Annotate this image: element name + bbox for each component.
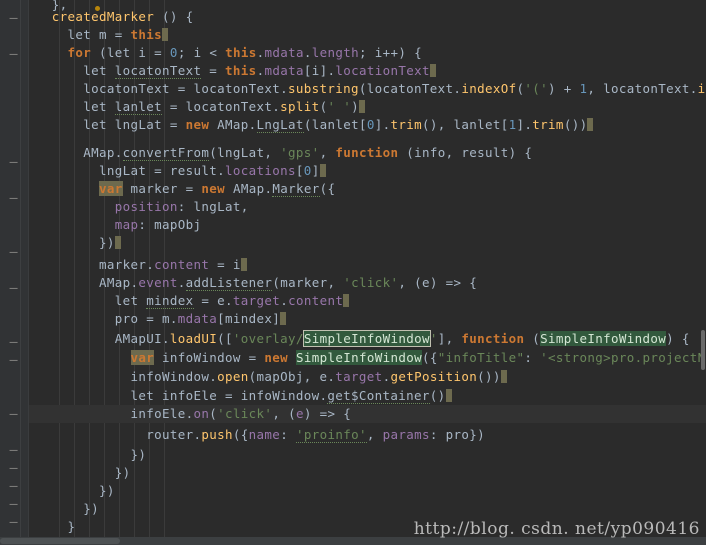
scrollbar-thumb[interactable] bbox=[0, 538, 120, 544]
code-line[interactable]: locatonText = locatonText.substring(loca… bbox=[0, 80, 706, 98]
code-fold-icon[interactable]: ⚊ bbox=[8, 460, 19, 471]
code-line[interactable]: let lanlet = locatonText.split(' ') bbox=[0, 98, 706, 116]
code-fold-icon[interactable]: ⚊ bbox=[8, 244, 19, 255]
code-line[interactable]: marker.content = i bbox=[0, 256, 706, 274]
scrollbar-marker[interactable] bbox=[701, 330, 705, 370]
code-line[interactable]: let lngLat = new AMap.LngLat(lanlet[0].t… bbox=[0, 116, 706, 134]
code-line[interactable]: }) bbox=[0, 500, 706, 518]
code-line[interactable]: var infoWindow = new SimpleInfoWindow({"… bbox=[0, 349, 706, 367]
code-line[interactable]: let infoEle = infoWindow.get$Container() bbox=[0, 387, 706, 405]
code-line[interactable]: AMap.event.addListener(marker, 'click', … bbox=[0, 274, 706, 292]
editor-gutter[interactable]: ⚊ ⚊ ⚊ ⚊ ⚊ ⚊ ⚊ ⚊ ⚊ ⚊ ⚊ ⚊ ⚊ ⚊ bbox=[0, 0, 29, 545]
code-line[interactable]: AMapUI.loadUI(['overlay/SimpleInfoWindow… bbox=[0, 330, 706, 348]
code-line[interactable]: lngLat = result.locations[0] bbox=[0, 162, 706, 180]
code-content[interactable]: }, createdMarker () { let m = this for (… bbox=[0, 0, 706, 545]
code-fold-icon[interactable]: ⚊ bbox=[8, 280, 19, 291]
code-line[interactable]: position: lngLat, bbox=[0, 198, 706, 216]
code-fold-icon[interactable]: ⚊ bbox=[8, 154, 19, 165]
code-line[interactable]: createdMarker () { bbox=[0, 8, 706, 26]
method-marker-dot bbox=[95, 6, 100, 11]
code-line[interactable]: infoWindow.open(mapObj, e.target.getPosi… bbox=[0, 368, 706, 386]
code-fold-icon[interactable]: ⚊ bbox=[8, 352, 19, 363]
code-line[interactable]: }) bbox=[0, 446, 706, 464]
code-line[interactable]: let mindex = e.target.content bbox=[0, 292, 706, 310]
code-line[interactable]: infoEle.on('click', (e) => { bbox=[0, 405, 706, 423]
code-line[interactable]: var marker = new AMap.Marker({ bbox=[0, 180, 706, 198]
code-line[interactable]: let locatonText = this.mdata[i].location… bbox=[0, 62, 706, 80]
code-line[interactable]: router.push({name: 'proinfo', params: pr… bbox=[0, 426, 706, 444]
code-fold-icon[interactable]: ⚊ bbox=[8, 496, 19, 507]
code-line[interactable]: }) bbox=[0, 482, 706, 500]
watermark-text: http://blog. csdn. net/yp090416 bbox=[413, 519, 700, 539]
code-fold-icon[interactable]: ⚊ bbox=[8, 46, 19, 57]
code-fold-icon[interactable]: ⚊ bbox=[8, 442, 19, 453]
code-line[interactable]: }) bbox=[0, 464, 706, 482]
gutter-divider bbox=[20, 0, 21, 545]
search-match-highlight: SimpleInfoWindow bbox=[540, 331, 667, 346]
code-line[interactable]: }) bbox=[0, 234, 706, 252]
search-match-highlight: SimpleInfoWindow bbox=[295, 350, 422, 365]
code-line[interactable]: map: mapObj bbox=[0, 216, 706, 234]
code-fold-icon[interactable]: ⚊ bbox=[8, 406, 19, 417]
code-fold-icon[interactable]: ⚊ bbox=[8, 334, 19, 345]
code-fold-icon[interactable]: ⚊ bbox=[8, 190, 19, 201]
code-editor[interactable]: ⚊ ⚊ ⚊ ⚊ ⚊ ⚊ ⚊ ⚊ ⚊ ⚊ ⚊ ⚊ ⚊ ⚊ }, createdMa… bbox=[0, 0, 706, 545]
code-line[interactable]: pro = m.mdata[mindex] bbox=[0, 310, 706, 328]
code-fold-icon[interactable]: ⚊ bbox=[8, 478, 19, 489]
search-match-highlight: SimpleInfoWindow bbox=[302, 330, 431, 347]
code-fold-icon[interactable]: ⚊ bbox=[8, 10, 19, 21]
code-fold-icon[interactable]: ⚊ bbox=[8, 514, 19, 525]
code-line[interactable]: let m = this bbox=[0, 26, 706, 44]
code-line[interactable]: for (let i = 0; i < this.mdata.length; i… bbox=[0, 44, 706, 62]
code-line[interactable]: AMap.convertFrom(lngLat, 'gps', function… bbox=[0, 144, 706, 162]
